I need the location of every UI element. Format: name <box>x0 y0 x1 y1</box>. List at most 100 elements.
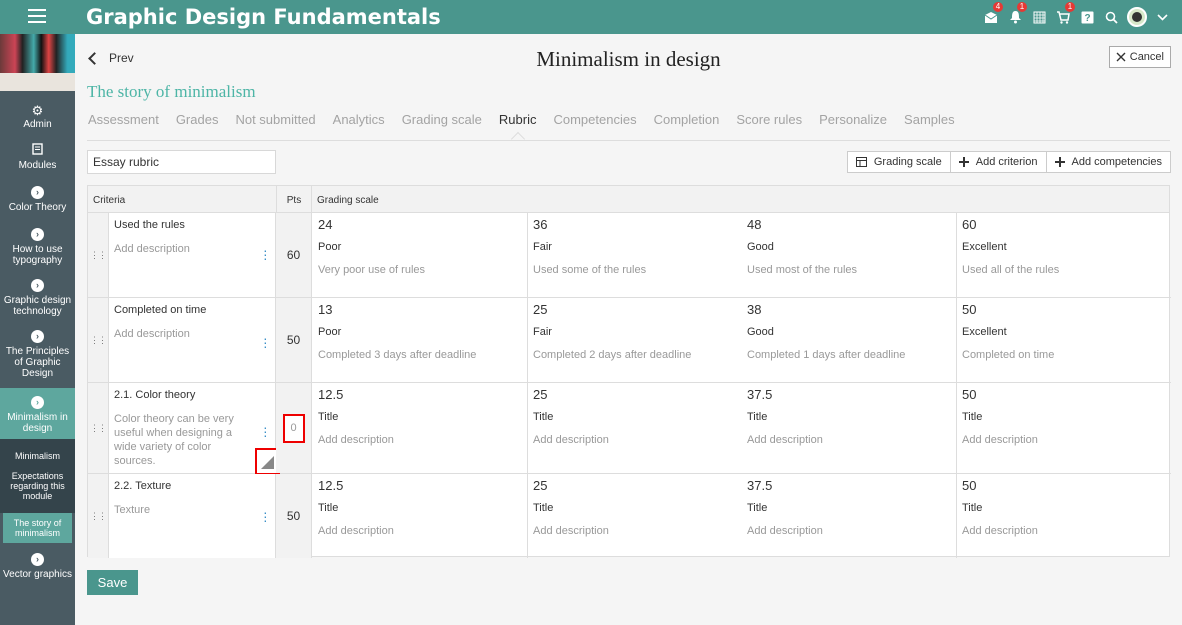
cancel-label: Cancel <box>1129 51 1164 63</box>
criterion-description[interactable]: Texture <box>114 503 244 517</box>
page-title: Minimalism in design <box>536 47 721 71</box>
level-cell[interactable]: 25 Title Add description <box>527 474 742 558</box>
sidebar-item-admin[interactable]: ⚙ Admin <box>0 91 75 135</box>
level-points: 12.5 <box>318 387 344 402</box>
calendar-icon[interactable] <box>1027 6 1051 28</box>
level-cell[interactable]: 12.5 Title Add description <box>313 383 528 473</box>
drag-handle-icon[interactable]: ⋮⋮ <box>88 474 108 558</box>
drag-handle-icon[interactable]: ⋮⋮ <box>88 298 108 382</box>
course-thumbnail[interactable] <box>0 34 75 91</box>
more-options-icon[interactable]: · · · <box>263 420 268 442</box>
tab-analytics[interactable]: Analytics <box>333 112 385 127</box>
level-cell[interactable]: 50 Excellent Completed on time <box>956 298 1171 382</box>
level-points: 13 <box>318 302 333 317</box>
level-cell[interactable]: 38 Good Completed 1 days after deadline <box>742 298 957 382</box>
points-cell[interactable]: 60 <box>276 213 312 297</box>
add-criterion-button[interactable]: Add criterion <box>951 152 1047 172</box>
chevron-down-icon[interactable] <box>1157 10 1168 24</box>
sidebar-subitem-minimalism[interactable]: Minimalism <box>0 439 75 470</box>
more-options-icon[interactable]: · · · <box>263 331 268 353</box>
sidebar-item-modules[interactable]: Modules <box>0 135 75 176</box>
tab-completion[interactable]: Completion <box>654 112 720 127</box>
sidebar-item-vector[interactable]: › Vector graphics <box>0 543 75 585</box>
search-icon[interactable] <box>1099 6 1123 28</box>
sidebar-item-label: The Principles of Graphic Design <box>5 346 70 379</box>
level-cell[interactable]: 50 Title Add description <box>956 474 1171 558</box>
level-cell[interactable]: 24 Poor Very poor use of rules <box>313 213 528 297</box>
chevron-right-icon: › <box>31 553 44 566</box>
sidebar-item-typography[interactable]: › How to use typography <box>0 218 75 271</box>
svg-text:?: ? <box>1084 13 1090 24</box>
tab-competencies[interactable]: Competencies <box>553 112 636 127</box>
level-cell[interactable]: 36 Fair Used some of the rules <box>527 213 742 297</box>
bell-icon[interactable]: 1 <box>1003 2 1027 28</box>
level-title: Title <box>747 411 768 423</box>
sidebar-item-technology[interactable]: › Graphic design technology <box>0 271 75 322</box>
sidebar-item-label: Modules <box>18 160 57 171</box>
cart-icon[interactable]: 1 <box>1051 2 1075 28</box>
level-points: 37.5 <box>747 387 773 402</box>
criterion-name[interactable]: Completed on time <box>114 304 206 316</box>
tab-samples[interactable]: Samples <box>904 112 955 127</box>
tab-grades[interactable]: Grades <box>176 112 219 127</box>
chevron-right-icon: › <box>31 396 44 409</box>
criterion-description[interactable]: Add description <box>114 327 244 341</box>
level-title: Excellent <box>962 241 1007 253</box>
grading-scale-button[interactable]: Grading scale <box>848 152 951 172</box>
rubric-toolbar: Grading scale Add criterion Add competen… <box>846 151 1171 173</box>
points-cell[interactable]: 50 <box>276 474 312 558</box>
table-row: ⋮⋮ 2.2. Texture Texture · · · 50 12.5 Titl… <box>88 474 1171 558</box>
level-points: 38 <box>747 302 762 317</box>
criterion-name[interactable]: Used the rules <box>114 219 185 231</box>
level-cell[interactable]: 12.5 Title Add description <box>313 474 528 558</box>
level-description: Add description <box>962 434 1038 446</box>
sidebar-item-principles[interactable]: › The Principles of Graphic Design <box>0 322 75 384</box>
sidebar-subitem-story[interactable]: The story of minimalism <box>3 513 72 543</box>
drag-handle-icon[interactable]: ⋮⋮ <box>88 213 108 297</box>
criterion-description[interactable]: Add description <box>114 242 244 256</box>
level-cell[interactable]: 13 Poor Completed 3 days after deadline <box>313 298 528 382</box>
avatar-icon <box>1127 7 1147 27</box>
level-cell[interactable]: 60 Excellent Used all of the rules <box>956 213 1171 297</box>
criterion-name[interactable]: 2.2. Texture <box>114 480 171 492</box>
messages-icon[interactable]: 4 <box>979 2 1003 28</box>
level-cell[interactable]: 37.5 Title Add description <box>742 474 957 558</box>
tab-personalize[interactable]: Personalize <box>819 112 887 127</box>
level-cell[interactable]: 25 Fair Completed 2 days after deadline <box>527 298 742 382</box>
hamburger-menu-icon[interactable] <box>28 9 46 24</box>
level-cell[interactable]: 50 Title Add description <box>956 383 1171 473</box>
level-cell[interactable]: 48 Good Used most of the rules <box>742 213 957 297</box>
messages-badge: 4 <box>993 2 1003 12</box>
table-row: ⋮⋮ Used the rules Add description · · · 60… <box>88 213 1171 298</box>
help-icon[interactable]: ? <box>1075 6 1099 28</box>
tab-rubric[interactable]: Rubric <box>499 112 537 127</box>
tab-grading-scale[interactable]: Grading scale <box>402 112 482 127</box>
criterion-description[interactable]: Color theory can be very useful when des… <box>114 412 244 468</box>
points-input[interactable]: 0 <box>282 413 305 443</box>
points-cell[interactable]: 0 <box>276 383 312 473</box>
sidebar-item-label: Graphic design technology <box>3 295 72 317</box>
save-button[interactable]: Save <box>87 570 138 595</box>
rubric-name-input[interactable] <box>87 150 276 174</box>
points-cell[interactable]: 50 <box>276 298 312 382</box>
criterion-cell: 2.2. Texture Texture · · · <box>108 474 276 558</box>
table-row: ⋮⋮ Completed on time Add description · · ·… <box>88 298 1171 383</box>
tab-score-rules[interactable]: Score rules <box>736 112 802 127</box>
more-options-icon[interactable]: · · · <box>263 505 268 527</box>
chevron-right-icon: › <box>31 228 44 241</box>
more-options-icon[interactable]: · · · <box>263 243 268 265</box>
level-cell[interactable]: 25 Title Add description <box>527 383 742 473</box>
sidebar-item-minimalism[interactable]: › Minimalism in design <box>0 388 75 439</box>
tab-assessment[interactable]: Assessment <box>88 112 159 127</box>
level-cell[interactable]: 37.5 Title Add description <box>742 383 957 473</box>
criterion-name[interactable]: 2.1. Color theory <box>114 389 195 401</box>
level-description: Add description <box>318 525 394 537</box>
add-competencies-button[interactable]: Add competencies <box>1047 152 1171 172</box>
drag-handle-icon[interactable]: ⋮⋮ <box>88 383 108 473</box>
gear-icon: ⚙ <box>31 103 44 118</box>
sidebar-item-color-theory[interactable]: › Color Theory <box>0 176 75 218</box>
cancel-button[interactable]: Cancel <box>1108 46 1171 68</box>
user-avatar[interactable] <box>1123 6 1151 28</box>
sidebar-subitem-expectations[interactable]: Expectations regarding this module <box>0 470 75 513</box>
tab-not-submitted[interactable]: Not submitted <box>235 112 315 127</box>
